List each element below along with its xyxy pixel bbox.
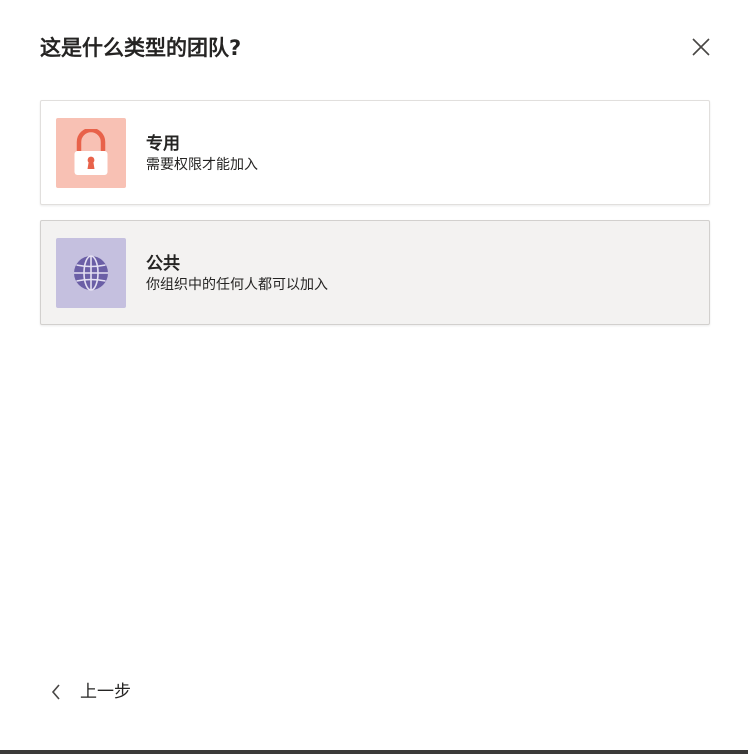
close-icon [692,38,710,56]
close-button[interactable] [686,32,716,62]
lock-icon [74,129,108,175]
option-public-description: 你组织中的任何人都可以加入 [146,277,328,293]
globe-icon-tile [56,238,126,308]
option-public-title: 公共 [146,254,180,274]
chevron-left-icon [46,678,66,706]
dialog-title: 这是什么类型的团队? [40,36,242,60]
option-public-text: 公共 你组织中的任何人都可以加入 [146,253,328,295]
team-type-dialog: 这是什么类型的团队? 专用 需要权限才能加入 公共 你组织中的任何人都可以加入 … [0,0,748,750]
back-button-label: 上一步 [80,682,131,702]
globe-icon [74,255,108,291]
option-public[interactable]: 公共 你组织中的任何人都可以加入 [40,220,710,325]
option-private-title: 专用 [146,134,180,154]
back-button[interactable]: 上一步 [46,678,131,706]
window-bottom-edge [0,750,748,754]
lock-icon-tile [56,118,126,188]
option-private[interactable]: 专用 需要权限才能加入 [40,100,710,205]
option-private-description: 需要权限才能加入 [146,157,258,173]
option-private-text: 专用 需要权限才能加入 [146,133,258,175]
